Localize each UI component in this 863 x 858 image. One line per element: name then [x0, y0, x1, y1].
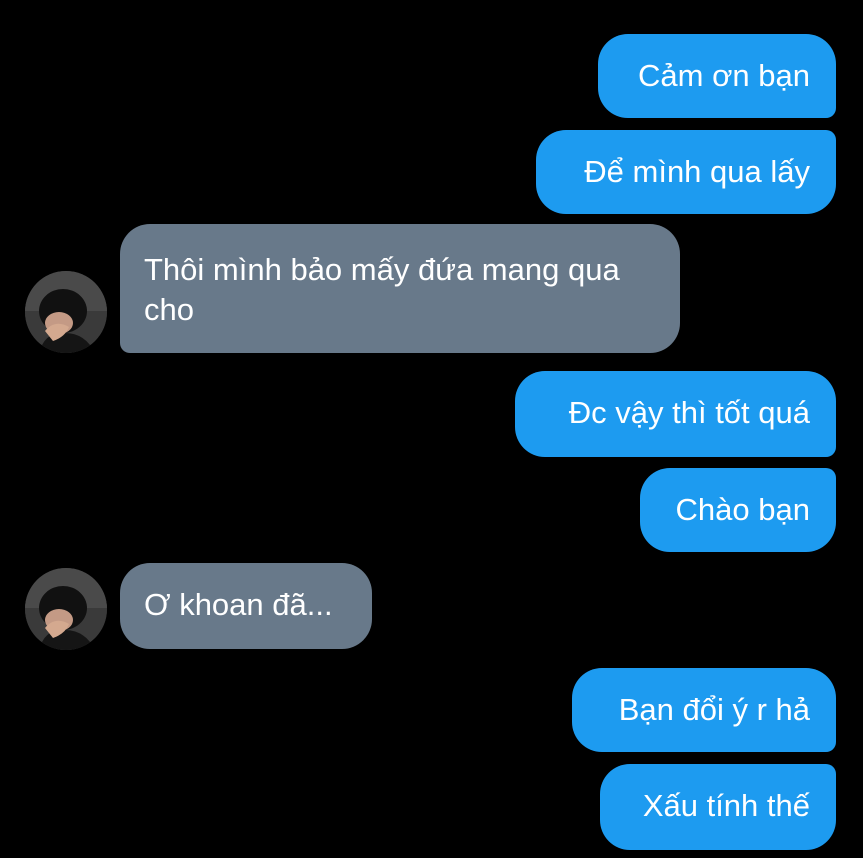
message-text: Chào bạn	[675, 492, 810, 527]
contact-avatar[interactable]	[25, 271, 107, 353]
message-text: Xấu tính thế	[642, 788, 810, 823]
person-photo-icon	[25, 568, 107, 650]
sent-message-bubble[interactable]: Bạn đổi ý r hả	[572, 668, 836, 752]
sent-message-bubble[interactable]: Để mình qua lấy	[536, 130, 836, 214]
received-message-bubble[interactable]: Ơ khoan đã...	[120, 563, 372, 649]
sent-message-bubble[interactable]: Đc vậy thì tốt quá	[515, 371, 836, 457]
message-text: Đc vậy thì tốt quá	[568, 395, 810, 430]
message-text: Để mình qua lấy	[584, 154, 810, 189]
sent-message-bubble[interactable]: Cảm ơn bạn	[598, 34, 836, 118]
person-photo-icon	[25, 271, 107, 353]
message-text: Ơ khoan đã...	[144, 587, 333, 622]
sent-message-bubble[interactable]: Xấu tính thế	[600, 764, 836, 850]
received-message-bubble[interactable]: Thôi mình bảo mấy đứa mang qua cho	[120, 224, 680, 353]
sent-message-bubble[interactable]: Chào bạn	[640, 468, 836, 552]
message-text: Bạn đổi ý r hả	[618, 692, 810, 727]
chat-thread: Cảm ơn bạn Để mình qua lấy Thôi mình bảo…	[0, 0, 863, 858]
message-text: Cảm ơn bạn	[638, 58, 810, 93]
message-text: Thôi mình bảo mấy đứa mang qua cho	[144, 252, 620, 327]
contact-avatar[interactable]	[25, 568, 107, 650]
